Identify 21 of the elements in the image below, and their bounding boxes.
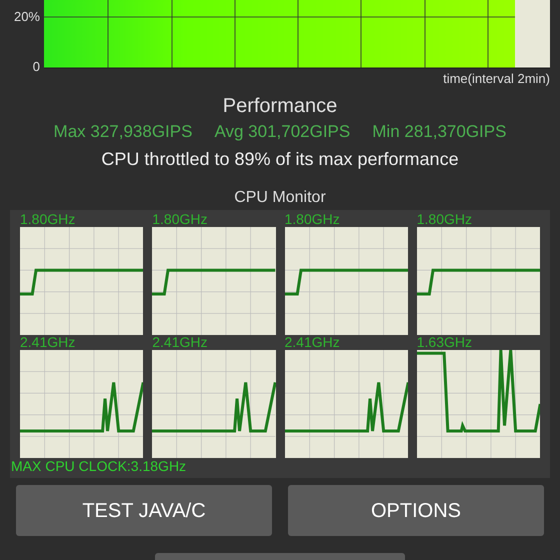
throttle-note: CPU throttled to 89% of its max performance — [101, 149, 459, 169]
frequency-label: 1.80GHz — [416, 212, 473, 227]
axis-tick-label: 20% — [14, 10, 40, 23]
stat-value: Avg 301,702GIPS — [214, 122, 350, 142]
action-button[interactable]: OPTIONS — [288, 485, 544, 536]
button[interactable] — [155, 553, 405, 560]
frequency-label: 2.41GHz — [20, 335, 76, 350]
frequency-label: 1.80GHz — [152, 212, 208, 227]
max-clock-label: MAX CPU CLOCK:3.18GHz — [11, 458, 188, 474]
action-button[interactable]: TEST JAVA/C — [16, 485, 272, 536]
stat-value: Max 327,938GIPS — [54, 122, 192, 142]
frequency-label: 1.80GHz — [284, 212, 341, 227]
axis-tick-label: 0 — [32, 60, 40, 73]
section-title: CPU Monitor — [234, 189, 326, 206]
axis-label: time(interval 2min) — [442, 70, 551, 88]
frequency-label: 1.80GHz — [20, 212, 76, 227]
frequency-label: 1.63GHz — [416, 335, 473, 350]
frequency-label: 2.41GHz — [152, 335, 208, 350]
section-title: Performance — [222, 95, 338, 117]
stat-value: Min 281,370GIPS — [372, 122, 506, 142]
frequency-label: 2.41GHz — [284, 335, 341, 350]
